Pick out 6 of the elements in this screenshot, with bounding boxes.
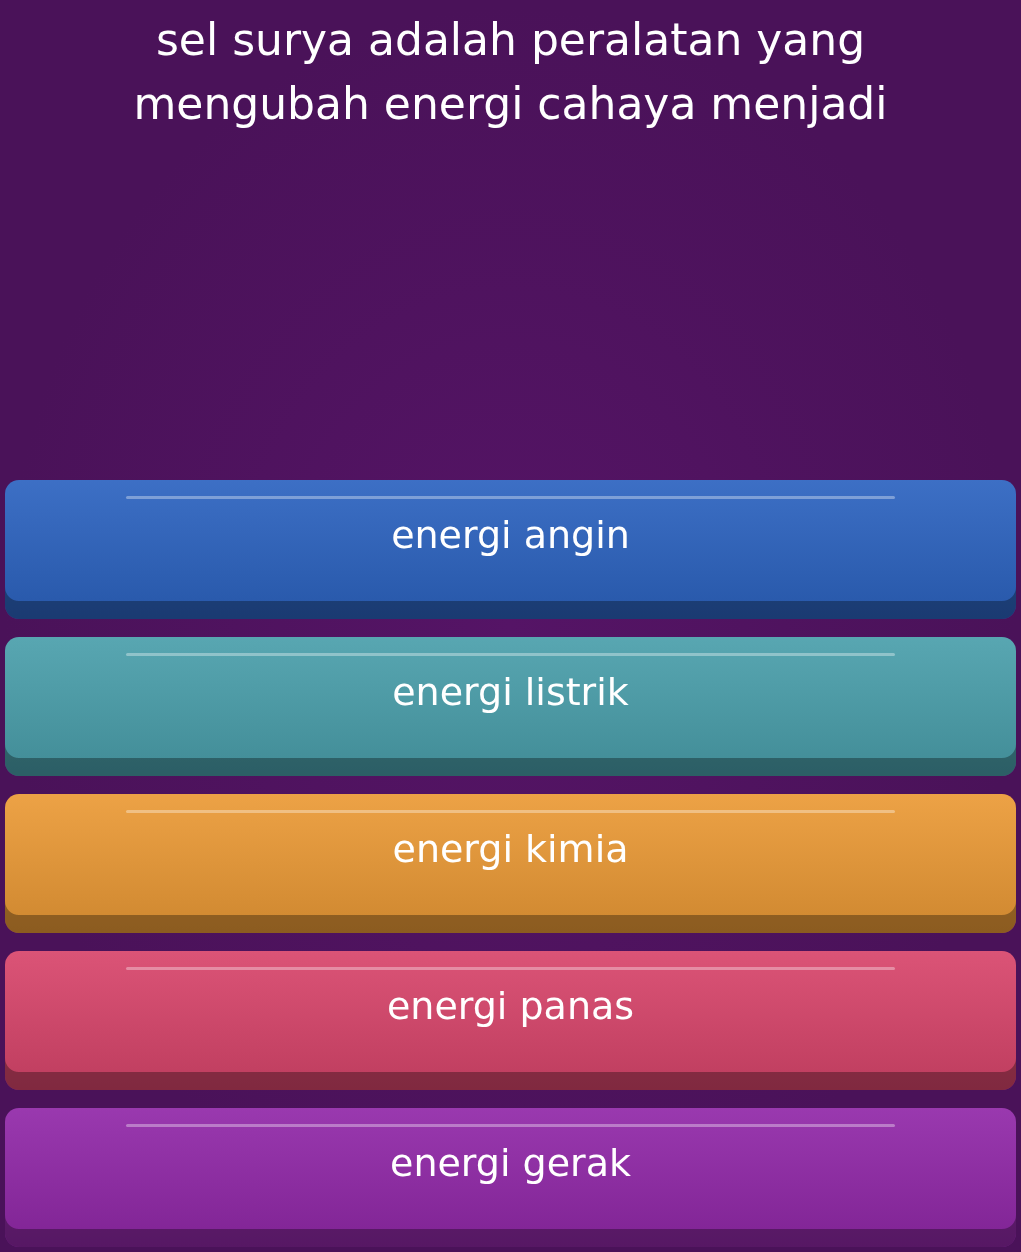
answer-option[interactable]: energi gerak [5, 1108, 1016, 1247]
answer-option[interactable]: energi kimia [5, 794, 1016, 933]
question-text: sel surya adalah peralatan yang mengubah energi cahaya menjadi [132, 13, 889, 131]
answer-option[interactable]: energi angin [5, 480, 1016, 619]
answer-option[interactable]: energi panas [5, 951, 1016, 1090]
answer-option[interactable]: energi listrik [5, 637, 1016, 776]
